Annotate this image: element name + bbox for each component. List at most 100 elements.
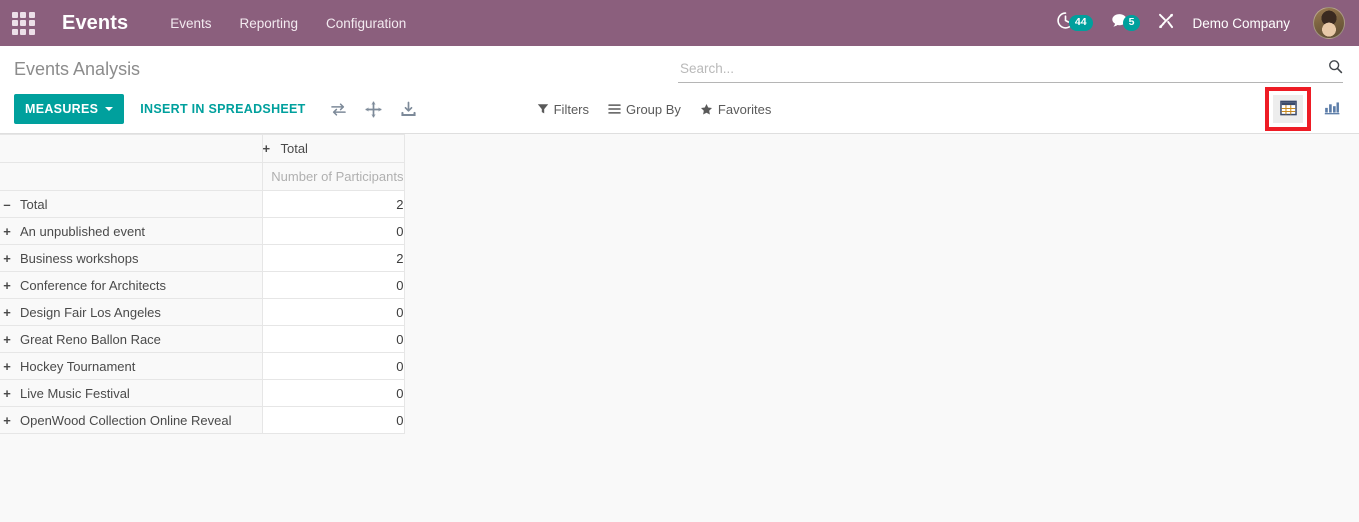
- tools-icon: [1157, 12, 1175, 35]
- cell-value[interactable]: 2: [261, 190, 405, 218]
- row-expand-toggle-icon[interactable]: +: [0, 305, 14, 320]
- row-expand-toggle-icon[interactable]: +: [0, 413, 14, 428]
- top-navbar: Events Events Reporting Configuration 44…: [0, 0, 1359, 46]
- pivot-row-header-an-unpublished-event[interactable]: + An unpublished event: [0, 217, 263, 245]
- cell-value[interactable]: 0: [261, 298, 405, 326]
- pivot-row-header-total[interactable]: – Total: [0, 190, 263, 218]
- row-expand-toggle-icon[interactable]: +: [0, 251, 14, 266]
- cell-value[interactable]: 0: [261, 406, 405, 434]
- measures-button-label: MEASURES: [25, 102, 99, 116]
- pivot-view-button[interactable]: [1273, 95, 1303, 123]
- apps-grid-icon: [11, 11, 35, 35]
- graph-view-button[interactable]: [1317, 95, 1347, 123]
- row-label: An unpublished event: [20, 223, 146, 239]
- pivot-row-header-hockey-tournament[interactable]: + Hockey Tournament: [0, 352, 263, 380]
- breadcrumb-area: Events Analysis: [14, 58, 678, 80]
- row-label: Great Reno Ballon Race: [20, 331, 161, 347]
- measures-button[interactable]: MEASURES: [14, 94, 125, 124]
- cell-value[interactable]: 0: [261, 352, 405, 380]
- messages-menu[interactable]: 5: [1110, 12, 1141, 35]
- avatar[interactable]: [1313, 7, 1345, 39]
- pivot-row-header-openwood-collection-online-reveal[interactable]: + OpenWood Collection Online Reveal: [0, 406, 263, 434]
- table-row: + Hockey Tournament 0: [0, 352, 405, 380]
- row-label: Conference for Architects: [20, 277, 166, 293]
- pivot-row-header-business-workshops[interactable]: + Business workshops: [0, 244, 263, 272]
- cell-value[interactable]: 2: [261, 244, 405, 272]
- control-panel-top-row: Events Analysis: [0, 46, 1359, 86]
- filter-funnel-icon: [537, 103, 549, 115]
- menu-item-configuration[interactable]: Configuration: [324, 12, 408, 35]
- row-label: Business workshops: [20, 250, 139, 266]
- filters-label: Filters: [553, 101, 589, 117]
- row-expand-toggle-icon[interactable]: +: [0, 359, 14, 374]
- activities-menu[interactable]: 44: [1056, 11, 1093, 35]
- pivot-measure-corner-cell: [0, 162, 263, 191]
- group-by-label: Group By: [626, 101, 681, 117]
- table-row: + OpenWood Collection Online Reveal 0: [0, 406, 405, 434]
- row-label: OpenWood Collection Online Reveal: [20, 412, 232, 428]
- expand-all-icon[interactable]: [365, 100, 382, 118]
- cell-value[interactable]: 0: [261, 217, 405, 245]
- pivot-tool-icons: [330, 100, 417, 118]
- table-row: + Great Reno Ballon Race 0: [0, 325, 405, 353]
- pivot-view-highlight-annotation: [1265, 87, 1311, 131]
- row-label: Live Music Festival: [20, 385, 130, 401]
- pivot-table-icon: [1279, 100, 1297, 119]
- cell-value[interactable]: 0: [261, 379, 405, 407]
- row-label: Total: [20, 196, 48, 212]
- pivot-row-header-great-reno-ballon-race[interactable]: + Great Reno Ballon Race: [0, 325, 263, 353]
- column-expand-toggle-icon[interactable]: +: [263, 141, 271, 156]
- menu-item-reporting[interactable]: Reporting: [237, 12, 300, 35]
- pivot-header-row-measures: Number of Participants: [0, 162, 405, 191]
- control-panel: Events Analysis MEASURES INSERT IN SPREA…: [0, 46, 1359, 134]
- measure-header-number-of-participants[interactable]: Number of Participants: [261, 162, 405, 191]
- search-icon[interactable]: [1328, 59, 1343, 77]
- column-total-label: Total: [280, 141, 308, 156]
- star-icon: [700, 103, 713, 116]
- pivot-row-header-design-fair-los-angeles[interactable]: + Design Fair Los Angeles: [0, 298, 263, 326]
- view-switcher: [1265, 87, 1347, 131]
- row-label: Design Fair Los Angeles: [20, 304, 161, 320]
- group-by-button[interactable]: Group By: [608, 102, 681, 117]
- row-expand-toggle-icon[interactable]: +: [0, 332, 14, 347]
- developer-tools-menu[interactable]: [1157, 12, 1175, 35]
- table-row: + Design Fair Los Angeles 0: [0, 298, 405, 326]
- systray: 44 5 Demo Company: [1056, 7, 1345, 39]
- filters-button[interactable]: Filters: [537, 102, 589, 117]
- row-expand-toggle-icon[interactable]: +: [0, 224, 14, 239]
- table-row: + Live Music Festival 0: [0, 379, 405, 407]
- pivot-row-header-live-music-festival[interactable]: + Live Music Festival: [0, 379, 263, 407]
- company-switcher[interactable]: Demo Company: [1192, 16, 1290, 31]
- search-bar[interactable]: [678, 59, 1343, 83]
- row-expand-toggle-icon[interactable]: +: [0, 278, 14, 293]
- breadcrumb: Events Analysis: [14, 59, 141, 79]
- control-panel-bottom-row: MEASURES INSERT IN SPREADSHEET Filters G…: [0, 86, 1359, 133]
- favorites-button[interactable]: Favorites: [700, 102, 771, 117]
- search-area: [678, 58, 1343, 83]
- main-menu: Events Reporting Configuration: [168, 12, 408, 35]
- apps-menu-toggle[interactable]: [0, 0, 46, 46]
- app-brand-title[interactable]: Events: [62, 12, 128, 35]
- menu-item-events[interactable]: Events: [168, 12, 213, 35]
- cell-value[interactable]: 0: [261, 325, 405, 353]
- search-input[interactable]: [678, 59, 1320, 77]
- table-row: + An unpublished event 0: [0, 217, 405, 245]
- bar-chart-icon: [1324, 100, 1340, 118]
- download-xlsx-icon[interactable]: [400, 101, 417, 118]
- row-expand-toggle-icon[interactable]: +: [0, 386, 14, 401]
- row-collapse-toggle-icon[interactable]: –: [0, 197, 14, 212]
- table-row: + Conference for Architects 0: [0, 271, 405, 299]
- pivot-corner-cell: [0, 134, 263, 163]
- pivot-table: + Total Number of Participants – Total 2: [0, 134, 405, 434]
- pivot-view-content: + Total Number of Participants – Total 2: [0, 134, 1359, 434]
- messages-count-badge: 5: [1122, 15, 1141, 31]
- table-row: – Total 2: [0, 190, 405, 218]
- group-by-lines-icon: [608, 103, 621, 115]
- pivot-column-total-header[interactable]: + Total: [261, 134, 405, 163]
- pivot-header: + Total Number of Participants: [0, 134, 405, 191]
- pivot-row-header-conference-for-architects[interactable]: + Conference for Architects: [0, 271, 263, 299]
- pivot-body: – Total 2 + An unpublished event 0 + Bus…: [0, 190, 405, 434]
- cell-value[interactable]: 0: [261, 271, 405, 299]
- flip-axis-icon[interactable]: [330, 102, 347, 117]
- insert-in-spreadsheet-button[interactable]: INSERT IN SPREADSHEET: [130, 94, 315, 124]
